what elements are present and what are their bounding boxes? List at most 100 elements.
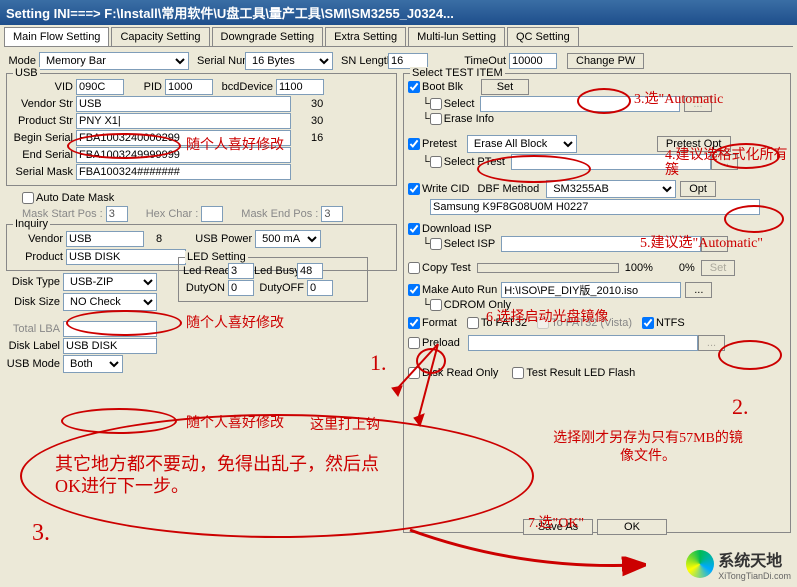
cdrom-only-checkbox[interactable] [430,299,442,311]
led-fieldset: LED Setting Led ReadyLed Busy DutyONDuty… [178,257,368,302]
dbf-opt-button[interactable]: Opt [680,181,716,197]
serial-select[interactable]: 16 Bytes [245,52,333,70]
boot-blk-label: Boot Blk [422,81,463,93]
change-pw-button[interactable]: Change PW [567,53,644,69]
disk-size-select[interactable]: NO Check [63,293,157,311]
copy-test-label: Copy Test [422,262,471,274]
download-isp-checkbox[interactable] [408,223,420,235]
chip-input[interactable] [430,199,760,215]
preload-label: Preload [422,337,460,349]
erase-info-checkbox[interactable] [430,113,442,125]
mode-label: Mode [4,55,39,67]
download-isp-label: Download ISP [422,223,492,235]
preload-input [468,335,698,351]
sn-len-label: SN Length [341,55,388,67]
bcd-input[interactable] [276,79,324,95]
inq-8: 8 [156,233,162,245]
mask-end-label: Mask End Pos : [241,208,321,220]
copy-test-checkbox[interactable] [408,262,420,274]
copy-test-bar [477,263,619,273]
copy-set-button: Set [701,260,736,276]
iso-input[interactable] [501,282,681,298]
disk-type-label: Disk Type [4,276,63,288]
total-lba-input [63,321,157,337]
pretest-label: Pretest [422,138,457,150]
end-serial-input[interactable] [76,147,291,163]
usb-power-select[interactable]: 500 mA [255,230,321,248]
save-as-button[interactable]: Save As [523,519,593,535]
serial-label: Serial Number [197,55,245,67]
product-str-input[interactable] [76,113,291,129]
preload-checkbox[interactable] [408,337,420,349]
logo-url: XiTongTianDi.com [718,571,791,581]
select-ptest-checkbox[interactable] [430,156,442,168]
tab-extra[interactable]: Extra Setting [325,27,406,46]
pretest-select[interactable]: Erase All Block [467,135,577,153]
select-isp-checkbox[interactable] [430,238,442,250]
fat32v-checkbox [537,317,549,329]
select-isp-label: Select ISP [444,238,495,250]
fat32-label: To FAT32 [481,317,527,329]
iso-browse-button[interactable]: ... [685,282,712,298]
tab-bar: Main Flow Setting Capacity Setting Downg… [4,27,793,47]
duty-off-label: DutyOFF [254,282,307,294]
isp-input [501,236,701,252]
copy-test-0: 0% [679,262,695,274]
serial-mask-label: Serial Mask [11,166,76,178]
mask-start-input [106,206,128,222]
format-checkbox[interactable] [408,317,420,329]
mask-end-input [321,206,343,222]
led-legend: LED Setting [185,251,248,263]
tab-qc[interactable]: QC Setting [507,27,579,46]
ok-button[interactable]: OK [597,519,667,535]
disk-type-select[interactable]: USB-ZIP [63,273,157,291]
timeout-input[interactable] [509,53,557,69]
format-label: Format [422,317,457,329]
led-flash-checkbox[interactable] [512,367,524,379]
tab-capacity[interactable]: Capacity Setting [111,27,209,46]
boot-set-button[interactable]: Set [481,79,529,95]
write-cid-checkbox[interactable] [408,183,420,195]
duty-off-input[interactable] [307,280,333,296]
boot-browse-button: ... [684,96,711,112]
tab-main-flow[interactable]: Main Flow Setting [4,27,109,46]
duty-on-input[interactable] [228,280,254,296]
pretest-opt-button[interactable]: Pretest Opt [657,136,731,152]
led-busy-input[interactable] [297,263,323,279]
led-flash-label: Test Result LED Flash [526,367,635,379]
begin-serial-input[interactable] [76,130,291,146]
tab-multilun[interactable]: Multi-lun Setting [408,27,505,46]
fat32-checkbox[interactable] [467,317,479,329]
read-only-checkbox[interactable] [408,367,420,379]
mode-select[interactable]: Memory Bar [39,52,189,70]
inq-product-input[interactable] [66,249,186,265]
led-ready-input[interactable] [228,263,254,279]
preload-browse-button: ... [698,335,725,351]
ntfs-checkbox[interactable] [642,317,654,329]
serial-mask-input[interactable] [76,164,291,180]
auto-date-mask-checkbox[interactable] [22,192,34,204]
led-busy-label: Led Busy [254,265,297,277]
led-ready-label: Led Ready [183,265,228,277]
dbf-select[interactable]: SM3255AB [546,180,676,198]
vid-input[interactable] [76,79,124,95]
tab-downgrade[interactable]: Downgrade Setting [212,27,324,46]
titlebar: Setting INI===> F:\Install\常用软件\U盘工具\量产工… [0,0,797,25]
product-str-label: Product Str [11,115,76,127]
inq-vendor-input[interactable] [66,231,144,247]
begin-serial-label: Begin Serial [11,132,76,144]
make-auto-checkbox[interactable] [408,284,420,296]
pid-input[interactable] [165,79,213,95]
usb-mode-select[interactable]: Both [63,355,123,373]
usb-fieldset: USB VID PID bcdDevice Vendor Str30 Produ… [6,73,397,186]
disk-label-input[interactable] [63,338,157,354]
vendor-str-input[interactable] [76,96,291,112]
pretest-checkbox[interactable] [408,138,420,150]
total-lba-label: Total LBA [4,323,63,335]
boot-select-checkbox[interactable] [430,98,442,110]
boot-blk-checkbox[interactable] [408,81,420,93]
copy-test-100: 100% [625,262,653,274]
usb-mode-label: USB Mode [4,358,63,370]
watermark-logo: 系统天地XiTongTianDi.com [686,547,791,581]
inq-vendor-label: Vendor [11,233,66,245]
